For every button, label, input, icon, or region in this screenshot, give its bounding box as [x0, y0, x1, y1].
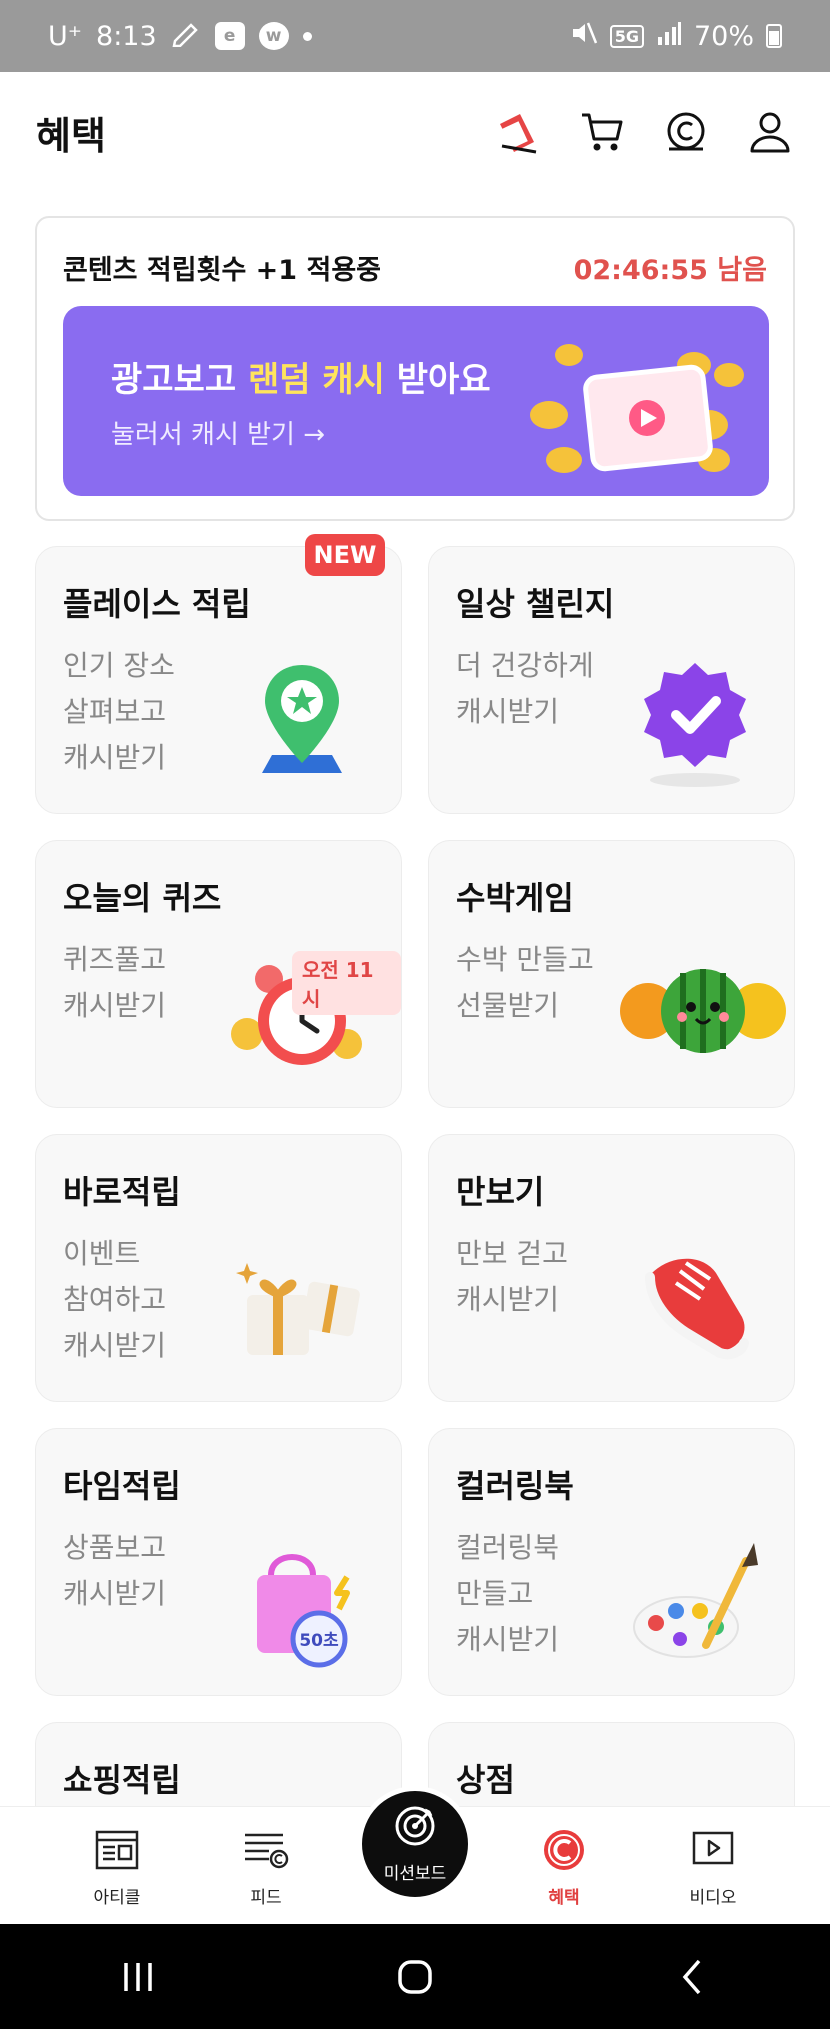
cash-history-icon[interactable] — [662, 108, 710, 156]
card-daily-quiz[interactable]: 오늘의 퀴즈 퀴즈풀고 캐시받기 오전 11시 — [35, 840, 402, 1108]
card-description: 퀴즈풀고 캐시받기 — [63, 943, 167, 1022]
card-title: 상점 — [456, 1761, 515, 1799]
gift-box-icon — [227, 1233, 377, 1383]
card-daily-challenge[interactable]: 일상 챌린지 더 건강하게 캐시받기 — [428, 546, 795, 814]
feed-icon — [243, 1827, 289, 1873]
nav-tab-benefits[interactable]: 혜택 — [504, 1827, 624, 1908]
verified-badge-icon — [620, 645, 770, 795]
boost-status-text: 콘텐츠 적립횟수 +1 적용중 — [63, 255, 382, 286]
carrier-label: U⁺ — [48, 20, 83, 52]
card-title: 수박게임 — [456, 879, 574, 917]
cart-icon[interactable] — [578, 108, 626, 156]
network-type-label: 5G — [609, 24, 644, 48]
card-description: 더 건강하게 캐시받기 — [456, 649, 594, 728]
app-notification-icon: e — [214, 22, 245, 50]
ad-banner-title: 광고보고 랜덤 캐시 받아요 — [111, 360, 491, 400]
card-watermelon-game[interactable]: 수박게임 수박 만들고 선물받기 — [428, 840, 795, 1108]
card-description: 수박 만들고 선물받기 — [456, 943, 594, 1022]
target-icon — [393, 1804, 437, 1853]
ad-banner-subtitle: 눌러서 캐시 받기 → — [111, 420, 326, 450]
card-title: 쇼핑적립 — [63, 1761, 181, 1799]
system-navigation-bar — [0, 1924, 830, 2029]
notification-dot-icon — [302, 31, 312, 41]
nav-label: 아티클 — [93, 1888, 141, 1908]
card-time-cash[interactable]: 타임적립 상품보고 캐시받기 50초 — [35, 1428, 402, 1696]
nav-mission-board-button[interactable]: 미션보드 — [357, 1786, 473, 1902]
video-coins-icon — [530, 344, 744, 473]
boost-promo-card: 콘텐츠 적립횟수 +1 적용중 02:46:55 남음 광고보고 랜덤 캐시 받… — [35, 216, 795, 521]
watch-ad-banner[interactable]: 광고보고 랜덤 캐시 받아요 눌러서 캐시 받기 → — [63, 306, 769, 496]
card-instant-cash[interactable]: 바로적립 이벤트 참여하고 캐시받기 — [35, 1134, 402, 1402]
nav-tab-video[interactable]: 비디오 — [653, 1827, 773, 1908]
card-title: 타임적립 — [63, 1467, 181, 1505]
card-pedometer[interactable]: 만보기 만보 걷고 캐시받기 — [428, 1134, 795, 1402]
new-badge: NEW — [305, 534, 385, 576]
back-button[interactable] — [652, 1947, 732, 2007]
card-title: 컬러링북 — [456, 1467, 574, 1505]
nav-label: 비디오 — [689, 1888, 737, 1908]
watermelon-icon — [618, 939, 788, 1089]
nav-tab-feed[interactable]: 피드 — [206, 1827, 326, 1908]
card-description: 인기 장소 살펴보고 캐시받기 — [63, 649, 175, 774]
home-button[interactable] — [375, 1947, 455, 2007]
nav-label: 피드 — [250, 1888, 282, 1908]
profile-icon[interactable] — [746, 108, 794, 156]
card-coloring-book[interactable]: 컬러링북 컬러링북 만들고 캐시받기 — [428, 1428, 795, 1696]
card-place-cash[interactable]: 플레이스 적립 인기 장소 살펴보고 캐시받기 — [35, 546, 402, 814]
card-title: 플레이스 적립 — [63, 585, 251, 623]
quiz-time-tag: 오전 11시 — [292, 951, 401, 1015]
recent-apps-button[interactable] — [98, 1947, 178, 2007]
app-header: 혜택 — [0, 72, 830, 192]
page-title: 혜택 — [36, 113, 106, 158]
timer-seconds-label: 50초 — [299, 1631, 339, 1651]
map-pin-star-icon — [227, 645, 377, 795]
battery-percent: 70% — [693, 20, 754, 52]
clock: 8:13 — [96, 20, 157, 52]
article-icon — [94, 1827, 140, 1873]
battery-icon — [766, 24, 782, 48]
card-description: 만보 걷고 캐시받기 — [456, 1237, 568, 1316]
card-title: 바로적립 — [63, 1173, 181, 1211]
card-title: 일상 챌린지 — [456, 585, 615, 623]
app-notification-icon: w — [258, 22, 289, 50]
pencil-icon — [171, 19, 201, 54]
status-bar: U⁺ 8:13 e w 5G 70% — [0, 0, 830, 72]
nav-tab-articles[interactable]: 아티클 — [57, 1827, 177, 1908]
paint-palette-icon — [620, 1527, 770, 1677]
card-description: 이벤트 참여하고 캐시받기 — [63, 1237, 167, 1362]
video-icon — [690, 1827, 736, 1873]
sneaker-icon — [620, 1233, 770, 1383]
mute-icon — [570, 20, 598, 53]
nav-label: 미션보드 — [383, 1864, 447, 1884]
card-title: 오늘의 퀴즈 — [63, 879, 222, 917]
cash-coin-icon — [541, 1827, 587, 1873]
coupon-icon[interactable] — [494, 108, 542, 156]
shopping-bag-timer-icon: 50초 — [227, 1527, 377, 1677]
card-description: 컬러링북 만들고 캐시받기 — [456, 1531, 560, 1656]
card-title: 만보기 — [456, 1173, 545, 1211]
boost-timer: 02:46:55 남음 — [573, 255, 767, 286]
signal-icon — [656, 21, 682, 52]
card-description: 상품보고 캐시받기 — [63, 1531, 167, 1610]
nav-label: 혜택 — [548, 1888, 580, 1908]
